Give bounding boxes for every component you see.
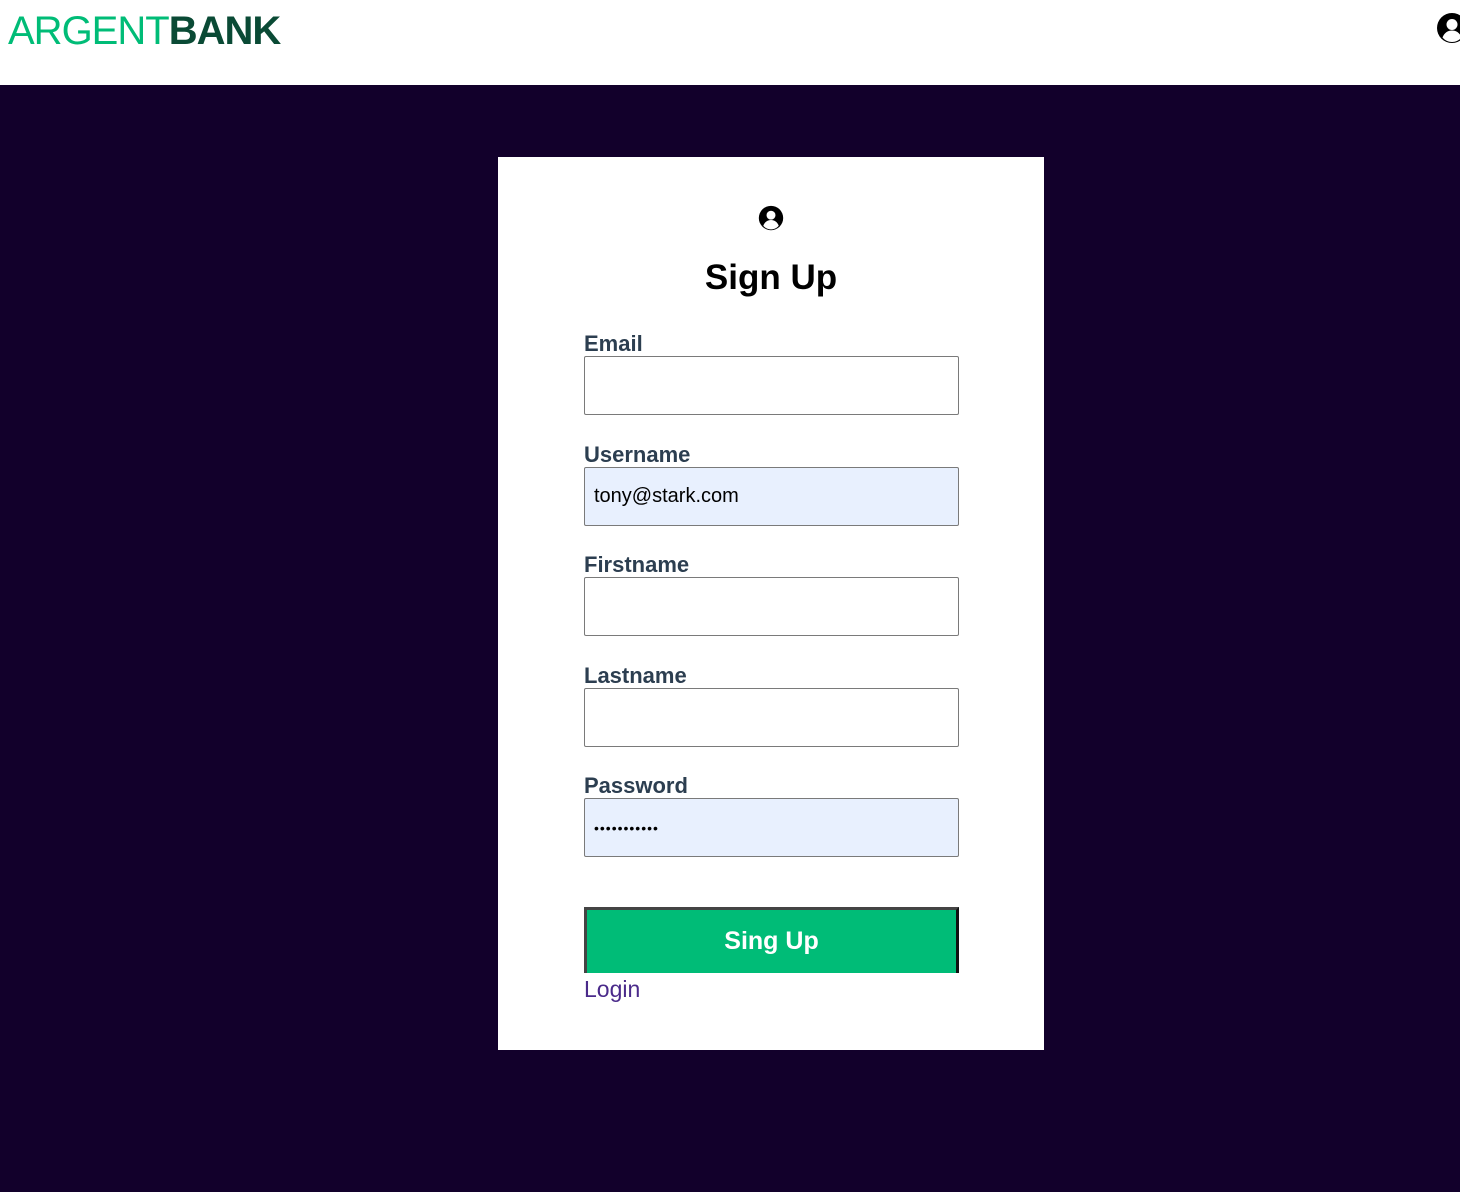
- username-field-group: Username: [584, 443, 959, 526]
- username-label: Username: [584, 442, 691, 467]
- firstname-label: Firstname: [584, 552, 690, 577]
- sign-up-card: Sign Up Email Username Firstname Lastnam…: [498, 157, 1044, 1050]
- page-title: Sign Up: [704, 258, 838, 297]
- email-field-group: Email: [584, 332, 959, 415]
- header: ARGENTBANK: [0, 0, 1460, 85]
- argentbank-logo[interactable]: ARGENTBANK: [8, 9, 282, 53]
- password-field[interactable]: [584, 798, 959, 857]
- firstname-field-group: Firstname: [584, 553, 959, 636]
- password-field-group: Password: [584, 774, 959, 857]
- firstname-field[interactable]: [584, 577, 959, 636]
- login-link[interactable]: Login: [584, 975, 640, 1003]
- password-label: Password: [584, 773, 688, 798]
- logo-bank-text: BANK: [168, 9, 282, 53]
- sign-up-button[interactable]: Sing Up: [584, 907, 959, 973]
- user-circle-icon[interactable]: [1436, 12, 1460, 44]
- email-label: Email: [584, 331, 643, 356]
- user-circle-icon: [758, 205, 784, 231]
- lastname-label: Lastname: [584, 663, 687, 688]
- logo-argent-text: ARGENT: [8, 9, 170, 53]
- lastname-field[interactable]: [584, 688, 959, 747]
- lastname-field-group: Lastname: [584, 664, 959, 747]
- main-content: Sign Up Email Username Firstname Lastnam…: [0, 85, 1460, 1192]
- username-field[interactable]: [584, 467, 959, 526]
- email-field[interactable]: [584, 356, 959, 415]
